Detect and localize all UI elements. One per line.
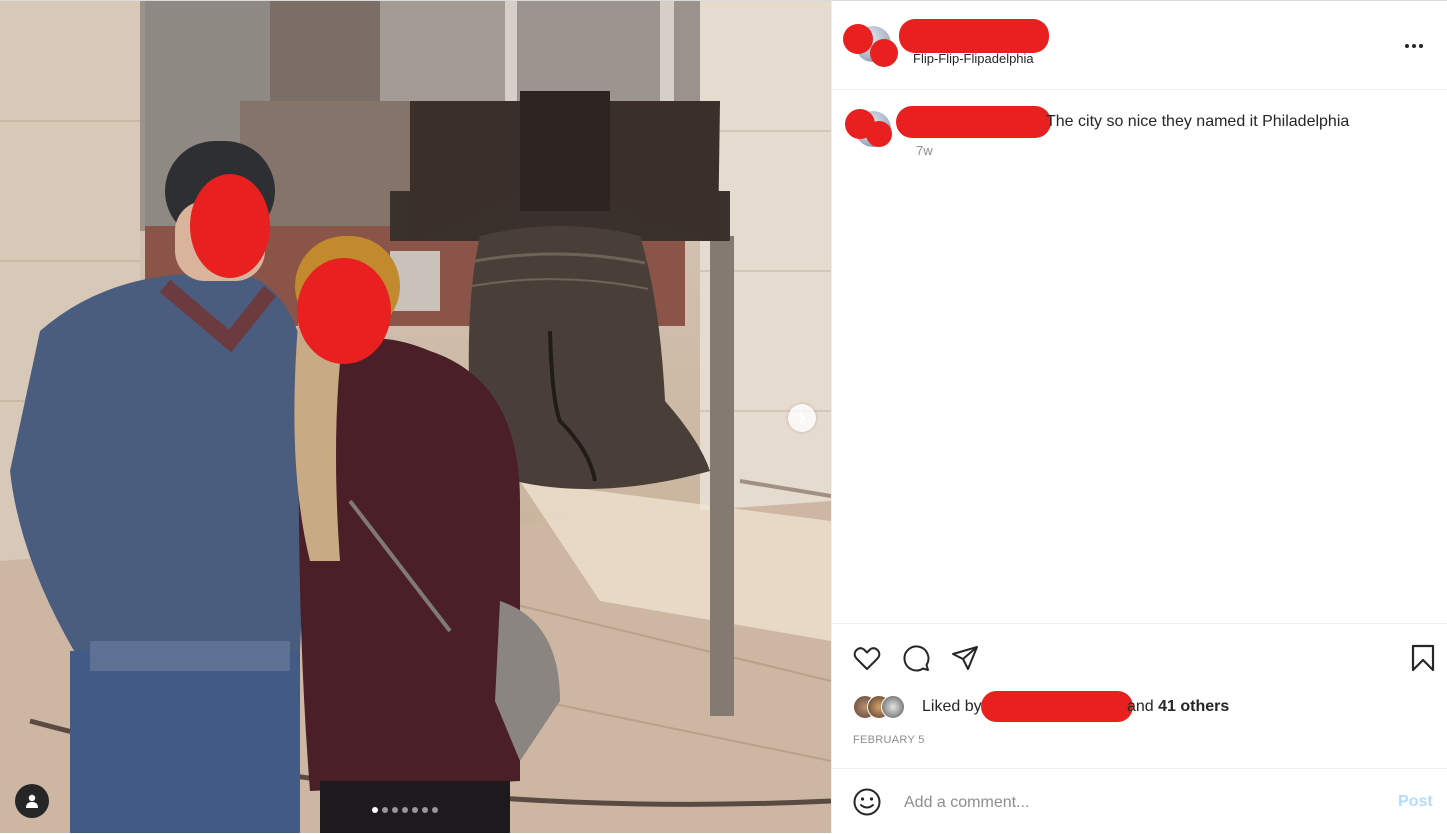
bookmark-icon [1411, 644, 1435, 672]
liked-by-label: Liked by [922, 698, 982, 715]
post-actions-section: Liked by and 41 others FEBRUARY 5 [832, 623, 1447, 769]
carousel-dot [392, 807, 398, 813]
redacted-caption-username[interactable] [896, 106, 1051, 138]
likes-summary: Liked by and 41 others [853, 691, 1413, 722]
post-details-panel: Flip-Flip-Flipadelphia The city so nice … [831, 1, 1447, 833]
tagged-users-button[interactable] [15, 784, 49, 818]
comment-button[interactable] [900, 642, 932, 674]
heart-icon [853, 647, 881, 670]
comment-bubble-icon [903, 645, 930, 672]
carousel-dot [402, 807, 408, 813]
carousel-dot [412, 807, 418, 813]
smiley-icon [853, 788, 881, 816]
liked-by-others-count[interactable]: 41 others [1158, 698, 1229, 715]
person-icon [26, 794, 38, 808]
carousel-indicator [372, 807, 438, 813]
post-comment-button[interactable]: Post [1398, 793, 1433, 811]
post-caption: The city so nice they named it Philadelp… [1046, 113, 1350, 130]
liked-by-others[interactable]: and 41 others [1127, 698, 1229, 716]
redaction-mark [866, 121, 892, 147]
save-button[interactable] [1407, 642, 1439, 674]
chevron-right-icon [799, 413, 805, 423]
carousel-dot [382, 807, 388, 813]
liberty-bell-photo [0, 1, 831, 833]
carousel-dot [372, 807, 378, 813]
paper-plane-icon [952, 646, 978, 670]
carousel-dot [422, 807, 428, 813]
comment-input[interactable] [902, 789, 1376, 817]
post-time-ago[interactable]: 7w [916, 143, 933, 158]
emoji-button[interactable] [852, 787, 882, 817]
like-button[interactable] [851, 642, 883, 674]
more-options-button[interactable] [1399, 31, 1429, 61]
post-header: Flip-Flip-Flipadelphia [832, 1, 1447, 90]
post-photo[interactable] [0, 1, 831, 833]
carousel-dot [432, 807, 438, 813]
share-button[interactable] [949, 642, 981, 674]
liked-by-and: and [1127, 698, 1154, 715]
next-photo-button[interactable] [788, 404, 816, 432]
redaction-mark [843, 24, 873, 54]
add-comment-bar: Post [832, 768, 1447, 834]
more-horizontal-icon [1405, 44, 1423, 48]
redacted-username[interactable] [899, 19, 1049, 53]
post-modal: Flip-Flip-Flipadelphia The city so nice … [0, 0, 1447, 833]
post-date[interactable]: FEBRUARY 5 [853, 734, 925, 746]
post-location[interactable]: Flip-Flip-Flipadelphia [913, 51, 1034, 66]
liker-avatar[interactable] [881, 695, 905, 719]
redacted-liker-username[interactable] [981, 691, 1133, 722]
redaction-mark [870, 39, 898, 67]
